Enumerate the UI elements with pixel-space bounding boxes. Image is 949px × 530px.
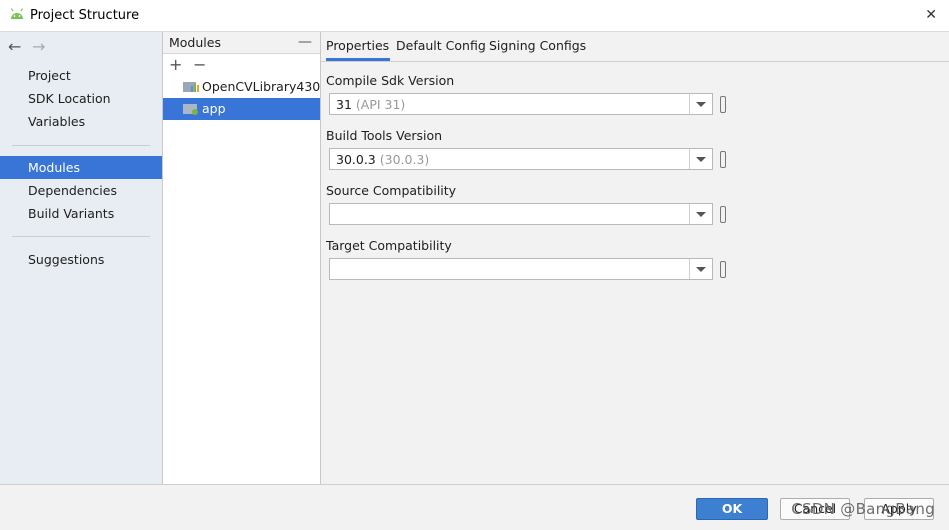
combo-value: 30.0.3 xyxy=(336,152,376,167)
compile-sdk-label: Compile Sdk Version xyxy=(326,73,455,88)
build-tools-combo[interactable]: 30.0.3 (30.0.3) xyxy=(329,148,713,170)
minimize-icon[interactable]: — xyxy=(298,32,312,53)
chevron-down-icon[interactable] xyxy=(689,149,712,169)
source-compat-combo[interactable] xyxy=(329,203,713,225)
module-label: OpenCVLibrary430 xyxy=(202,79,321,94)
module-label: app xyxy=(202,101,226,116)
nav-item-project[interactable]: Project xyxy=(0,64,162,87)
edit-field-icon[interactable] xyxy=(720,151,726,168)
title-bar: Project Structure ✕ xyxy=(0,0,949,32)
window-title: Project Structure xyxy=(30,8,140,23)
add-module-icon[interactable]: + xyxy=(169,54,193,76)
close-icon[interactable]: ✕ xyxy=(925,7,937,23)
ok-button[interactable]: OK xyxy=(696,498,768,520)
target-compat-combo[interactable] xyxy=(329,258,713,280)
properties-panel: Properties Default Config Signing Config… xyxy=(321,32,949,484)
tab-bar: Properties Default Config Signing Config… xyxy=(321,32,949,62)
modules-toolbar: + − xyxy=(163,54,320,76)
app-module-icon xyxy=(183,104,198,115)
nav-divider xyxy=(12,236,150,237)
build-tools-label: Build Tools Version xyxy=(326,128,443,143)
dialog-button-bar: OK Cancel Apply CSDN @BangBang xyxy=(0,484,949,530)
chevron-down-icon[interactable] xyxy=(689,259,712,279)
tab-default-config[interactable]: Default Config xyxy=(396,38,486,61)
target-compat-label: Target Compatibility xyxy=(326,238,452,253)
edit-field-icon[interactable] xyxy=(720,261,726,278)
modules-panel: Modules — + − OpenCVLibrary430 app xyxy=(163,32,321,484)
android-icon xyxy=(10,8,24,19)
nav-item-sdk-location[interactable]: SDK Location xyxy=(0,87,162,110)
nav-item-modules[interactable]: Modules xyxy=(0,156,162,179)
left-nav: ← → Project SDK Location Variables Module… xyxy=(0,32,163,484)
compile-sdk-combo[interactable]: 31 (API 31) xyxy=(329,93,713,115)
nav-arrows: ← → xyxy=(8,37,56,56)
remove-module-icon[interactable]: − xyxy=(193,54,217,76)
back-arrow-icon[interactable]: ← xyxy=(8,37,32,56)
nav-item-build-variants[interactable]: Build Variants xyxy=(0,202,162,225)
forward-arrow-icon[interactable]: → xyxy=(32,37,56,56)
chevron-down-icon[interactable] xyxy=(689,94,712,114)
tab-signing-configs[interactable]: Signing Configs xyxy=(489,38,586,61)
watermark-text: CSDN @BangBang xyxy=(791,500,935,518)
edit-field-icon[interactable] xyxy=(720,96,726,113)
nav-item-suggestions[interactable]: Suggestions xyxy=(0,248,162,271)
modules-header-label: Modules xyxy=(169,35,221,50)
combo-value: 31 xyxy=(336,97,352,112)
edit-field-icon[interactable] xyxy=(720,206,726,223)
chevron-down-icon[interactable] xyxy=(689,204,712,224)
nav-divider xyxy=(12,145,150,146)
combo-hint: (API 31) xyxy=(355,97,406,112)
module-item-opencvlibrary430[interactable]: OpenCVLibrary430 xyxy=(163,76,320,98)
nav-item-dependencies[interactable]: Dependencies xyxy=(0,179,162,202)
nav-item-variables[interactable]: Variables xyxy=(0,110,162,133)
tab-properties[interactable]: Properties xyxy=(326,38,390,61)
modules-header: Modules — xyxy=(163,32,320,54)
library-module-icon xyxy=(183,82,199,92)
combo-hint: (30.0.3) xyxy=(379,152,430,167)
source-compat-label: Source Compatibility xyxy=(326,183,457,198)
module-item-app[interactable]: app xyxy=(163,98,320,120)
